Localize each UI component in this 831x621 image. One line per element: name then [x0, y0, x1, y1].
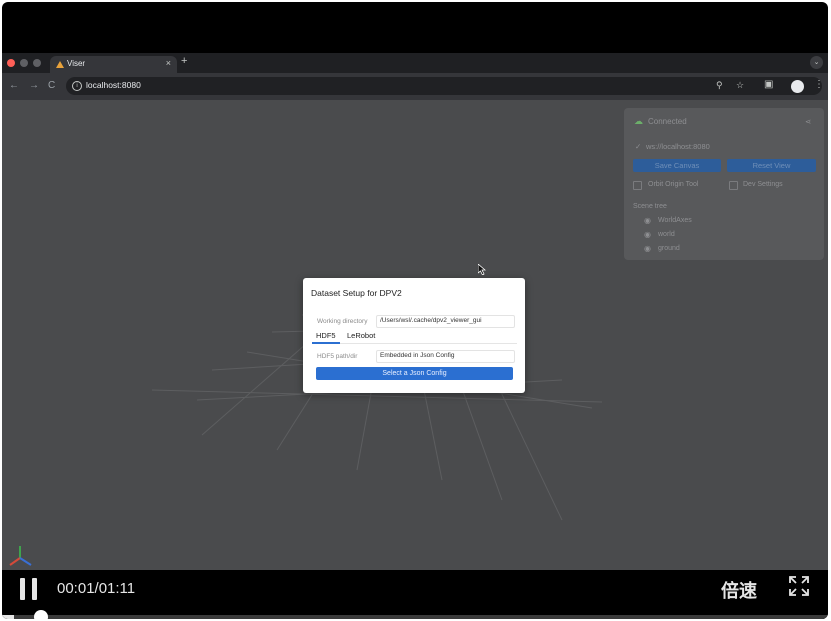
minimize-window-button[interactable] [20, 59, 28, 67]
playback-time: 00:01/01:11 [57, 580, 136, 597]
close-window-button[interactable] [7, 59, 15, 67]
reload-icon[interactable]: C [48, 80, 55, 91]
pause-bar-left [20, 578, 25, 600]
reset-view-button[interactable]: Reset View [727, 159, 816, 172]
back-arrow-icon[interactable]: ← [9, 80, 19, 91]
pause-button[interactable] [18, 578, 40, 600]
tab-lerobot[interactable]: LeRobot [347, 331, 375, 340]
bookmark-star-icon[interactable]: ☆ [736, 80, 744, 91]
cloud-connected-icon: ☁ [634, 116, 643, 126]
hdf5-path-label: HDF5 path/dir [317, 353, 358, 360]
tab-hdf5[interactable]: HDF5 [316, 331, 336, 340]
visibility-eye-icon[interactable]: ◉ [644, 244, 651, 253]
dialog-title: Dataset Setup for DPV2 [311, 288, 402, 298]
site-info-icon[interactable]: i [72, 81, 82, 91]
profile-avatar[interactable] [791, 80, 804, 93]
dev-settings-checkbox[interactable] [729, 181, 738, 190]
visibility-eye-icon[interactable]: ◉ [644, 230, 651, 239]
server-check-icon: ✓ [635, 142, 642, 151]
url-text: localhost:8080 [86, 80, 141, 90]
scene-item-worldaxes[interactable]: WorldAxes [658, 217, 692, 224]
select-json-config-button[interactable]: Select a Json Config [316, 367, 513, 380]
dataset-setup-dialog: Dataset Setup for DPV2 Working directory… [303, 278, 525, 393]
tab-search-chevron-icon[interactable]: ⌄ [810, 56, 823, 69]
viser-3d-viewport[interactable]: ☁ Connected ⋖ ✓ ws://localhost:8080 Save… [2, 100, 828, 570]
world-axes-gizmo-icon [9, 546, 32, 566]
progress-fill [2, 615, 14, 619]
visibility-eye-icon[interactable]: ◉ [644, 216, 651, 225]
tab-title: Viser [67, 59, 86, 68]
video-frame: Viser × + ⌄ ← → C i localhost:8080 ⚲ ☆ ▣… [2, 2, 828, 619]
zoom-magnifier-icon[interactable]: ⚲ [716, 80, 723, 91]
save-canvas-label: Save Canvas [654, 161, 700, 170]
orbit-origin-tool-label: Orbit Origin Tool [648, 181, 699, 188]
browser-menu-icon[interactable]: ⋮ [814, 79, 824, 90]
progress-handle[interactable] [34, 610, 48, 619]
playback-speed-button[interactable]: 倍速 [721, 577, 757, 603]
working-directory-input[interactable]: /Users/wsl/.cache/dpv2_viewer_gui [376, 315, 515, 328]
working-directory-value: /Users/wsl/.cache/dpv2_viewer_gui [380, 317, 482, 324]
scene-item-ground[interactable]: ground [658, 245, 680, 252]
save-canvas-button[interactable]: Save Canvas [633, 159, 721, 172]
video-controls: 00:01/01:11 倍速 [2, 570, 828, 619]
active-tab-indicator [312, 342, 340, 344]
server-url: ws://localhost:8080 [646, 142, 710, 151]
browser-toolbar: ← → C i localhost:8080 ⚲ ☆ ▣ ⋮ [2, 73, 828, 100]
pause-bar-right [32, 578, 37, 600]
browser-tab-bar: Viser × + ⌄ [2, 53, 828, 73]
orbit-origin-tool-checkbox[interactable] [633, 181, 642, 190]
new-tab-button[interactable]: + [181, 55, 187, 67]
share-icon[interactable]: ⋖ [805, 117, 811, 126]
tab-divider [312, 343, 517, 344]
progress-track[interactable] [2, 610, 828, 619]
connection-status: Connected [648, 117, 687, 126]
tab-close-button[interactable]: × [166, 58, 171, 68]
hdf5-path-input[interactable]: Embedded in Json Config [376, 350, 515, 363]
fullscreen-icon[interactable] [788, 575, 810, 597]
control-panel: ☁ Connected ⋖ ✓ ws://localhost:8080 Save… [624, 108, 824, 260]
hdf5-path-value: Embedded in Json Config [380, 352, 455, 359]
forward-arrow-icon[interactable]: → [29, 80, 39, 91]
address-bar[interactable]: i localhost:8080 ⚲ ☆ [66, 77, 822, 95]
select-json-config-label: Select a Json Config [382, 370, 447, 377]
browser-tab-viser[interactable]: Viser × [50, 56, 177, 73]
extensions-icon[interactable]: ▣ [764, 79, 773, 90]
working-directory-label: Working directory [317, 318, 368, 325]
viser-favicon-icon [56, 61, 64, 68]
zoom-window-button[interactable] [33, 59, 41, 67]
dev-settings-label: Dev Settings [743, 181, 783, 188]
reset-view-label: Reset View [752, 161, 791, 170]
scene-item-world[interactable]: world [658, 231, 675, 238]
scene-tree-label: Scene tree [633, 203, 667, 210]
mouse-cursor-icon [478, 264, 486, 275]
